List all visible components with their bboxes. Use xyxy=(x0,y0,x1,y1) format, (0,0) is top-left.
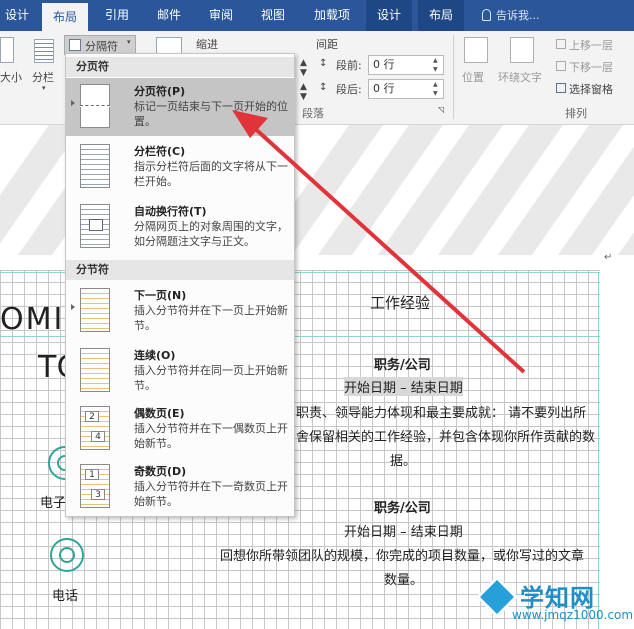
annotation-arrow-shaft xyxy=(248,122,526,374)
watermark-url: www.jmqz1000.com xyxy=(512,608,634,622)
site-watermark: 学知网 www.jmqz1000.com xyxy=(475,575,634,629)
annotation-arrow xyxy=(232,110,526,374)
